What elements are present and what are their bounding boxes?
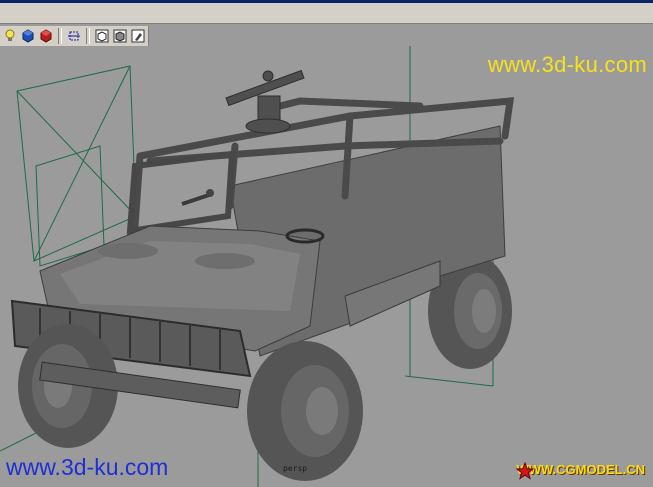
blue-cube-icon[interactable] [20, 28, 36, 44]
lightbulb-icon[interactable] [2, 28, 18, 44]
perspective-viewport[interactable]: www.3d-ku.com www.3d-ku.com persp WWW.CG… [0, 46, 653, 487]
star-icon [516, 462, 535, 480]
tool-icon[interactable] [130, 28, 146, 44]
camera-label: persp [283, 464, 308, 473]
toolbar-separator [58, 28, 62, 44]
toolbar-separator [86, 28, 90, 44]
shaded-cube-icon[interactable] [112, 28, 128, 44]
bottom-left-watermark: www.3d-ku.com [6, 454, 169, 480]
window-title-bar [0, 0, 653, 24]
cgmodel-watermark-text: WWW.CGMODEL.CN [516, 462, 645, 477]
vehicle-model-render [0, 46, 515, 487]
viewport-toolbar [0, 26, 149, 46]
red-cube-icon[interactable] [38, 28, 54, 44]
top-right-watermark: www.3d-ku.com [487, 52, 647, 77]
cgmodel-watermark: WWW.CGMODEL.CN [516, 462, 645, 480]
select-frame-icon[interactable] [66, 28, 82, 44]
wireframe-cube-icon[interactable] [94, 28, 110, 44]
